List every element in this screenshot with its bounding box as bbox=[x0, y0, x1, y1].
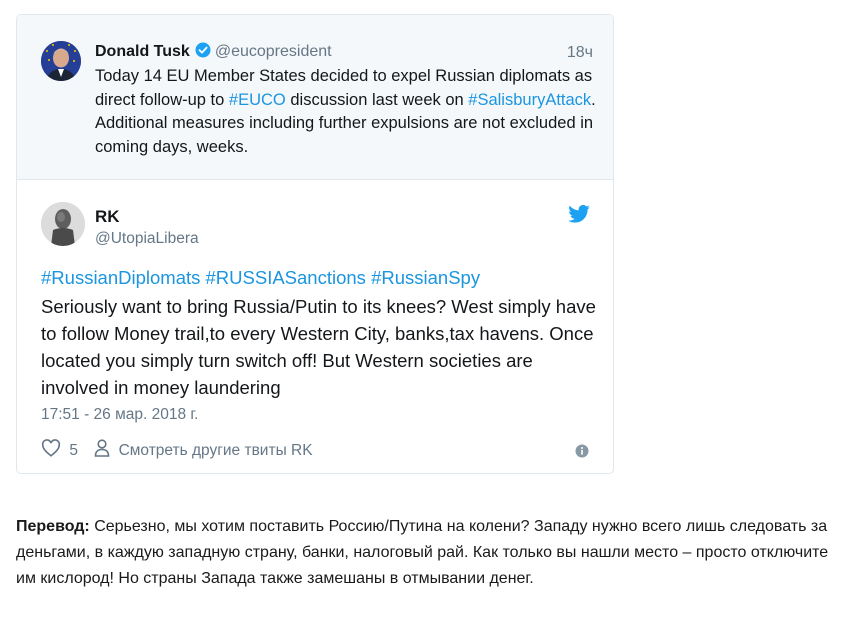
tweet-card: Donald Tusk @eucopresident 18ч Today 14 … bbox=[16, 14, 614, 474]
author-name[interactable]: RK bbox=[95, 207, 120, 227]
tweet-text: Seriously want to bring Russia/Putin to … bbox=[41, 296, 596, 398]
twitter-bird-icon[interactable] bbox=[568, 204, 590, 228]
hashtag-link-salisbury[interactable]: #SalisburyAttack bbox=[468, 91, 591, 109]
hashtag-link-euco[interactable]: #EUCO bbox=[229, 91, 286, 109]
quoted-avatar[interactable] bbox=[41, 41, 81, 81]
quoted-author-name[interactable]: Donald Tusk bbox=[95, 43, 190, 60]
quoted-text-part: discussion last week on bbox=[285, 90, 469, 109]
tweet-date[interactable]: 17:51 - 26 мар. 2018 г. bbox=[41, 406, 198, 424]
translation-text: Серьезно, мы хотим поставить Россию/Пути… bbox=[16, 518, 829, 587]
translation-paragraph: Перевод: Серьезно, мы хотим поставить Ро… bbox=[16, 514, 851, 592]
heart-icon[interactable] bbox=[41, 439, 65, 461]
quoted-tweet-text: Today 14 EU Member States decided to exp… bbox=[95, 65, 615, 159]
tweet-actions: 5 Смотреть другие твиты RK bbox=[41, 439, 313, 461]
quoted-tweet[interactable]: Donald Tusk @eucopresident 18ч Today 14 … bbox=[17, 15, 613, 180]
quoted-author-handle[interactable]: @eucopresident bbox=[215, 43, 332, 60]
quoted-timestamp[interactable]: 18ч bbox=[567, 44, 593, 62]
quoted-header: Donald Tusk @eucopresident 18ч bbox=[95, 42, 593, 62]
like-count[interactable]: 5 bbox=[69, 442, 78, 459]
more-tweets-link[interactable]: Смотреть другие твиты RK bbox=[119, 442, 313, 459]
tweet-hashtags[interactable]: #RussianDiplomats #RUSSIASanctions #Russ… bbox=[41, 267, 480, 289]
verified-badge-icon bbox=[195, 42, 211, 63]
author-avatar[interactable] bbox=[41, 202, 85, 246]
author-handle[interactable]: @UtopiaLibera bbox=[95, 230, 199, 248]
info-icon[interactable] bbox=[575, 444, 589, 463]
translation-label: Перевод: bbox=[16, 518, 90, 535]
user-icon[interactable] bbox=[90, 439, 115, 461]
